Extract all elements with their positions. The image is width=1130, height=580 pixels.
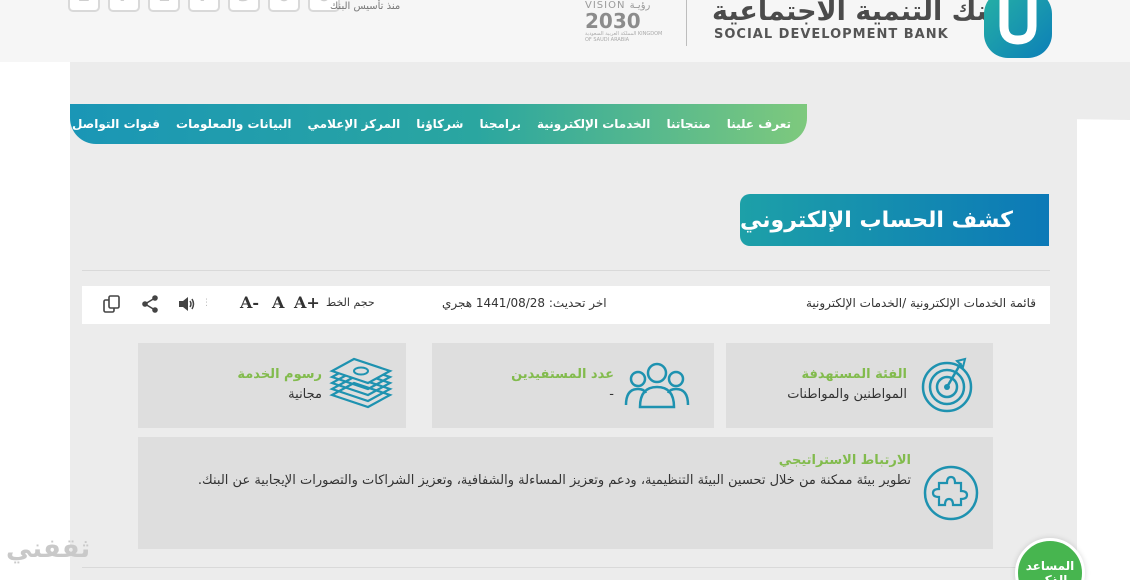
main-navigation: تعرف علينا منتجاتنا الخدمات الإلكترونية …	[70, 104, 807, 144]
nav-item-contact[interactable]: قنوات التواصل	[72, 117, 160, 131]
nav-item-about[interactable]: تعرف علينا	[727, 117, 791, 131]
last-updated: اخر تحديث: 1441/08/28 هجري	[442, 296, 607, 310]
puzzle-icon	[923, 465, 979, 521]
counter-digit: 7	[188, 0, 220, 12]
card-title: رسوم الخدمة	[237, 367, 322, 382]
counter-digit: 2	[68, 0, 100, 12]
card-title: الفئة المستهدفة	[801, 367, 908, 382]
bank-logo-icon[interactable]	[982, 0, 1054, 60]
card-title: عدد المستفيدين	[511, 367, 614, 382]
counter-digit: 7	[108, 0, 140, 12]
copy-icon[interactable]	[102, 294, 122, 314]
card-description: تطوير بيئة ممكنة من خلال تحسين البيئة ال…	[197, 473, 911, 488]
title-divider	[82, 270, 1050, 271]
font-size-label: حجم الخط	[326, 296, 375, 309]
card-service-fees: رسوم الخدمة مجانية	[138, 343, 406, 428]
nav-item-partners[interactable]: شركاؤنا	[416, 117, 463, 131]
audio-indicator: ⋮	[202, 298, 211, 308]
nav-item-eservices[interactable]: الخدمات الإلكترونية	[537, 117, 650, 131]
nav-item-products[interactable]: منتجاتنا	[666, 117, 710, 131]
card-value: المواطنين والمواطنات	[787, 387, 907, 402]
bank-name-arabic[interactable]: بنك التنمية الاجتماعية	[712, 0, 998, 27]
bank-name-english[interactable]: SOCIAL DEVELOPMENT BANK	[714, 27, 949, 42]
card-target-group: الفئة المستهدفة المواطنين والمواطنات	[726, 343, 993, 428]
card-strategic-link: الارتباط الاستراتيجي تطوير بيئة ممكنة من…	[138, 437, 993, 549]
vision-year: 2030	[585, 9, 641, 33]
font-decrease-button[interactable]: A-	[240, 293, 259, 312]
nav-item-media-center[interactable]: المركز الإعلامي	[308, 117, 401, 131]
counter-digit: 0	[268, 0, 300, 12]
visitor-counter: 2 7 1 7 3 0 0	[68, 0, 340, 12]
card-title: الارتباط الاستراتيجي	[778, 453, 911, 468]
card-value: مجانية	[288, 387, 322, 402]
font-normal-button[interactable]: A	[272, 293, 284, 312]
card-value: -	[609, 387, 614, 402]
target-icon	[921, 357, 973, 413]
nav-item-programs[interactable]: برامجنا	[479, 117, 521, 131]
bottom-divider	[82, 567, 1050, 568]
breadcrumb[interactable]: قائمة الخدمات الإلكترونية /الخدمات الإلك…	[806, 296, 1036, 310]
people-icon	[624, 362, 690, 409]
page-title: كشف الحساب الإلكتروني	[740, 194, 1049, 246]
audio-icon[interactable]	[176, 294, 196, 314]
money-icon	[329, 357, 393, 409]
font-increase-button[interactable]: A+	[294, 293, 320, 312]
card-beneficiaries: عدد المستفيدين -	[432, 343, 714, 428]
site-watermark: ثقفني	[6, 534, 91, 564]
counter-digit: 1	[148, 0, 180, 12]
vision-subtitle: المملكة العربية السعودية KINGDOM OF SAUD…	[585, 31, 663, 43]
nav-item-data[interactable]: البيانات والمعلومات	[176, 117, 291, 131]
vision-2030-logo[interactable]: VISION رؤيـة 2030 المملكة العربية السعود…	[585, 0, 665, 50]
logo-divider	[686, 0, 687, 46]
share-icon[interactable]	[140, 294, 160, 314]
since-label: منذ تأسيس البنك	[330, 1, 401, 12]
counter-digit: 3	[228, 0, 260, 12]
page-toolbar: قائمة الخدمات الإلكترونية /الخدمات الإلك…	[82, 286, 1050, 324]
